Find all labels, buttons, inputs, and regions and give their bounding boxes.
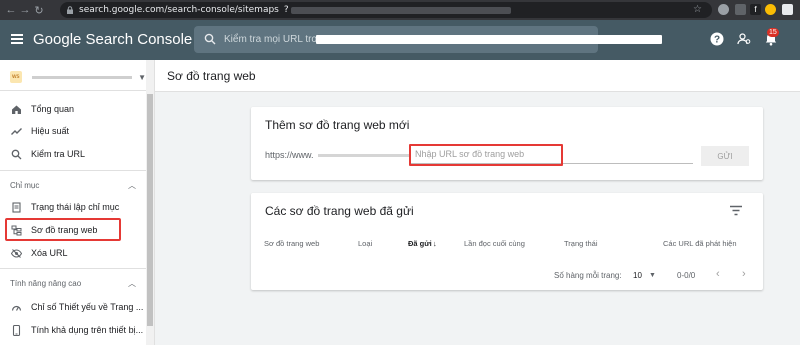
sidebar-item-label: Xóa URL <box>31 248 68 258</box>
extension-icon[interactable] <box>735 4 746 15</box>
section-title-advanced: Tính năng nâng cao <box>10 279 82 288</box>
extension-gear-icon[interactable] <box>718 4 729 15</box>
column-header-last-read[interactable]: Lần đọc cuối cùng <box>464 239 525 248</box>
property-favicon: ws <box>10 71 22 83</box>
browser-toolbar: ← → ↻ search.google.com/search-console/s… <box>0 0 800 20</box>
rows-per-page-select[interactable]: 10 <box>633 271 642 280</box>
sidebar-item-performance[interactable]: Hiệu suất <box>0 120 146 142</box>
sidebar-scrollbar-thumb[interactable] <box>147 94 153 326</box>
property-selector[interactable]: ws ▼ <box>10 68 146 86</box>
app-header: Google Search Console Kiểm tra mọi URL t… <box>0 20 800 60</box>
sidebar: ws ▼ Tổng quan Hiệu suất Kiểm tra URL Ch… <box>0 60 155 345</box>
lock-icon <box>67 6 73 14</box>
reload-icon[interactable]: ↻ <box>32 4 46 17</box>
sort-arrow-icon[interactable]: ↓ <box>433 239 437 248</box>
sidebar-item-url-inspection[interactable]: Kiểm tra URL <box>0 143 146 165</box>
chevron-down-icon: ▼ <box>138 72 146 82</box>
menu-icon[interactable] <box>11 34 23 44</box>
section-title-index: Chỉ mục <box>10 181 40 190</box>
divider <box>0 90 146 91</box>
page-header: Sơ đồ trang web <box>155 60 800 92</box>
sidebar-item-mobile-usability[interactable]: Tính khả dụng trên thiết bị... <box>0 319 146 341</box>
sidebar-item-index-coverage[interactable]: Trạng thái lập chỉ mục <box>0 196 146 218</box>
sidebar-item-label: Tổng quan <box>31 104 75 114</box>
sidebar-item-label: Kiểm tra URL <box>31 149 86 159</box>
sitemap-url-input[interactable] <box>409 144 693 164</box>
extension-color-icon[interactable] <box>765 4 776 15</box>
filter-icon[interactable] <box>729 205 743 216</box>
gauge-icon <box>11 305 22 311</box>
address-redacted <box>290 6 511 14</box>
search-placeholder: Kiểm tra mọi URL trong <box>224 34 329 45</box>
dropdown-caret-icon[interactable]: ▼ <box>649 272 656 279</box>
add-sitemap-title: Thêm sơ đồ trang web mới <box>265 118 410 132</box>
page-title: Sơ đồ trang web <box>167 69 256 83</box>
divider <box>0 170 146 171</box>
trending-up-icon <box>11 127 22 135</box>
forward-icon[interactable]: → <box>18 4 32 16</box>
sidebar-item-core-web-vitals[interactable]: Chỉ số Thiết yếu về Trang ... <box>0 296 146 318</box>
brand-title: Google Search Console <box>33 31 193 48</box>
sitemap-url-prefix: https://www. <box>265 150 314 160</box>
previous-page-icon[interactable]: ‹ <box>716 268 720 280</box>
sidebar-item-label: Tính khả dụng trên thiết bị... <box>31 325 144 335</box>
column-header-discovered-urls[interactable]: Các URL đã phát hiện <box>663 239 737 248</box>
pagination-range: 0-0/0 <box>677 271 696 280</box>
svg-text:?: ? <box>714 35 720 46</box>
next-page-icon[interactable]: › <box>742 268 746 280</box>
submitted-sitemaps-title: Các sơ đồ trang web đã gửi <box>265 204 414 218</box>
sidebar-item-label: Hiệu suất <box>31 126 70 136</box>
column-header-submitted[interactable]: Đã gửi <box>408 239 432 248</box>
divider <box>0 268 146 269</box>
extension-f-icon[interactable]: f <box>750 4 761 15</box>
home-icon <box>12 105 21 114</box>
search-icon <box>204 33 216 45</box>
sidebar-item-removals[interactable]: Xóa URL <box>0 242 146 264</box>
chevron-up-icon[interactable]: ︿ <box>128 278 136 289</box>
sitemaps-highlight-box <box>5 218 121 241</box>
sidebar-item-overview[interactable]: Tổng quan <box>0 98 146 120</box>
search-icon <box>11 149 22 159</box>
address-url: search.google.com/search-console/sitemap… <box>79 5 279 15</box>
sidebar-item-label: Chỉ số Thiết yếu về Trang ... <box>31 302 144 312</box>
back-icon[interactable]: ← <box>4 4 18 16</box>
remove-eye-icon <box>11 248 22 258</box>
bookmark-star-icon[interactable]: ☆ <box>693 4 702 15</box>
column-header-status[interactable]: Trạng thái <box>564 239 598 248</box>
document-icon <box>12 201 21 213</box>
sidebar-item-label: Trạng thái lập chỉ mục <box>31 202 120 212</box>
property-name-redacted <box>31 75 133 79</box>
submitted-sitemaps-card: Các sơ đồ trang web đã gửi Sơ đồ trang w… <box>251 193 763 290</box>
column-header-sitemap[interactable]: Sơ đồ trang web <box>264 239 319 248</box>
notification-badge: 15 <box>767 28 779 37</box>
column-header-type[interactable]: Loại <box>358 239 372 248</box>
url-inspection-search[interactable]: Kiểm tra mọi URL trong <box>194 26 662 53</box>
rows-per-page-label: Số hàng mỗi trang: <box>554 271 622 280</box>
add-sitemap-card: Thêm sơ đồ trang web mới https://www. GỬ… <box>251 107 763 180</box>
help-icon[interactable]: ? <box>710 32 724 46</box>
manage-users-icon[interactable] <box>737 32 751 46</box>
extension-square-icon[interactable] <box>782 4 793 15</box>
search-redacted <box>316 35 662 44</box>
address-url-suffix: ? <box>283 5 289 15</box>
domain-redacted <box>318 154 410 157</box>
chevron-up-icon[interactable]: ︿ <box>128 180 136 191</box>
submit-sitemap-button[interactable]: GỬI <box>701 146 749 166</box>
phone-icon <box>12 324 21 336</box>
address-bar[interactable]: search.google.com/search-console/sitemap… <box>60 2 712 18</box>
